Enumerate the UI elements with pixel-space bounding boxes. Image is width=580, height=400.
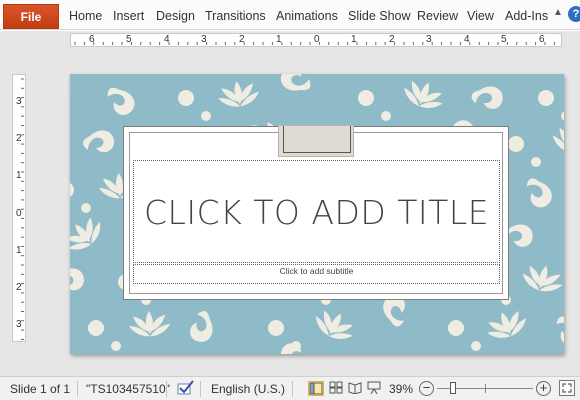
pattern-motif [381,111,391,121]
pattern-motif [268,320,284,336]
pattern-motif [549,122,564,158]
question-icon[interactable]: ? [568,6,580,22]
title-placeholder-text: CLICK TO ADD TITLE [143,193,490,232]
ruler-label: 4 [464,34,470,45]
normal-view-icon[interactable] [308,381,324,396]
ruler-label: 1 [351,34,357,45]
pattern-motif [519,260,564,296]
pattern-motif [508,136,524,152]
tab-home[interactable]: Home [69,9,102,23]
theme-name[interactable]: "TS103457510" [86,382,170,396]
pattern-motif [201,111,211,121]
pattern-motif [276,74,315,99]
tab-transitions[interactable]: Transitions [205,9,266,23]
pattern-motif [70,211,108,258]
proofing-check-icon[interactable] [176,379,196,400]
pattern-motif [128,309,171,338]
tab-insert[interactable]: Insert [113,9,144,23]
pattern-motif [538,90,554,106]
pattern-motif [81,203,91,213]
ruler-label: 3 [16,319,22,330]
slide-sorter-icon[interactable] [328,381,344,396]
pattern-motif [111,341,121,351]
ruler-label: 1 [16,245,22,256]
pattern-motif [88,320,104,336]
ruler-label: 3 [16,96,22,107]
ruler-label: 2 [16,133,22,144]
pattern-motif [358,90,374,106]
status-bar: Slide 1 of 1 "TS103457510" English (U.S.… [0,376,580,400]
pattern-motif [102,80,139,119]
ruler-label: 2 [16,282,22,293]
divider [292,381,293,397]
slide-number-indicator[interactable]: Slide 1 of 1 [10,382,70,396]
pattern-motif [448,320,464,336]
ruler-label: 5 [501,34,507,45]
title-tab-decoration-top [278,125,354,157]
zoom-in-button[interactable]: + [536,381,551,396]
fit-slide-icon[interactable] [559,380,575,396]
pattern-motif [469,83,505,111]
pattern-motif [522,173,556,211]
divider [166,381,167,397]
pattern-motif [70,183,74,197]
tab-review[interactable]: Review [417,9,458,23]
ruler-label: 2 [389,34,395,45]
pattern-motif [399,74,448,114]
ruler-label: 6 [539,34,545,45]
title-placeholder[interactable]: CLICK TO ADD TITLE [133,160,500,263]
tab-view[interactable]: View [467,9,494,23]
chevron-up-icon[interactable]: ▲ [552,7,564,19]
vertical-ruler: 3 2 1 0 1 2 3 [12,74,26,342]
zoom-level[interactable]: 39% [389,382,413,396]
file-tab[interactable]: File [3,4,59,29]
pattern-motif [561,111,564,121]
tab-add-ins[interactable]: Add-Ins [505,9,548,23]
tab-animations[interactable]: Animations [276,9,338,23]
pattern-motif [471,341,481,351]
slide-show-icon[interactable] [366,381,382,396]
divider [200,381,201,397]
tab-design[interactable]: Design [156,9,195,23]
ruler-label: 1 [16,170,22,181]
pattern-motif [178,90,194,106]
ruler-label: 5 [126,34,132,45]
subtitle-placeholder[interactable]: Click to add subtitle [133,264,500,284]
ruler-label: 0 [16,208,22,219]
pattern-motif [310,303,360,346]
pattern-motif [70,349,78,354]
pattern-motif [187,308,218,345]
ruler-label: 3 [201,34,207,45]
pattern-motif [82,130,114,153]
ruler-label: 0 [314,34,320,45]
ruler-label: 4 [164,34,170,45]
tab-slide-show[interactable]: Slide Show [348,9,411,23]
ruler-label: 3 [426,34,432,45]
pattern-motif [215,78,261,110]
slide-canvas[interactable]: CLICK TO ADD TITLE Click to add subtitle [70,74,564,354]
pattern-motif [531,157,541,167]
zoom-slider-center-tick [485,384,486,393]
subtitle-placeholder-text: Click to add subtitle [279,266,354,276]
pattern-motif [70,74,78,120]
zoom-slider-thumb[interactable] [450,382,456,394]
zoom-out-button[interactable]: − [419,381,434,396]
reading-view-icon[interactable] [347,381,363,396]
pattern-motif [399,350,448,354]
ruler-label: 1 [276,34,282,45]
ruler-label: 6 [89,34,95,45]
ribbon-tab-bar: File Home Insert Design Transitions Anim… [0,0,580,30]
pattern-motif [552,311,564,349]
language-indicator[interactable]: English (U.S.) [211,382,285,396]
ruler-label: 2 [239,34,245,45]
pattern-motif [482,305,531,344]
horizontal-ruler: 6 5 4 3 2 1 0 1 2 3 4 5 6 [70,33,562,47]
pattern-motif [70,268,84,291]
divider [77,381,78,397]
